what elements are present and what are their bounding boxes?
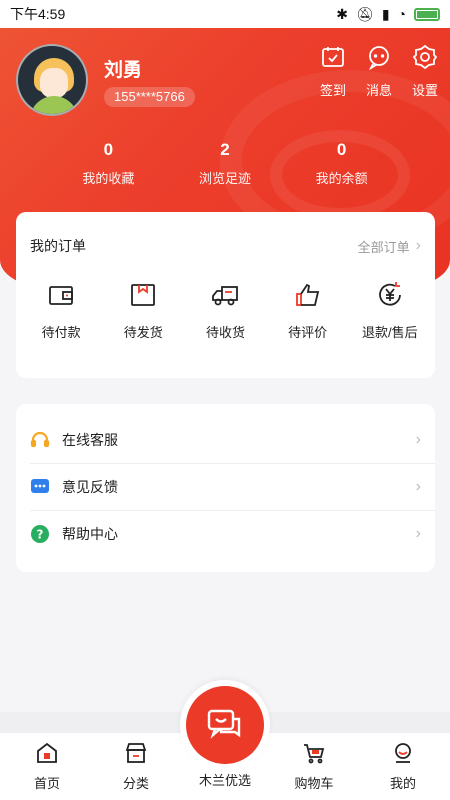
bluetooth-icon: ✱ bbox=[336, 5, 349, 22]
order-refund[interactable]: 退款/售后 bbox=[350, 280, 430, 342]
profile-icon bbox=[395, 743, 411, 763]
signal-icon: ▮ bbox=[381, 5, 390, 22]
svg-text:?: ? bbox=[37, 528, 44, 542]
settings-label: 设置 bbox=[411, 83, 438, 98]
status-icons: ✱ 🔕︎ ▮ ◔ bbox=[336, 6, 440, 23]
order-pending-receipt[interactable]: 待收货 bbox=[185, 280, 265, 342]
stat-history[interactable]: 2 浏览足迹 bbox=[180, 140, 270, 187]
mute-icon: 🔕︎ bbox=[356, 5, 374, 22]
order-item-label: 待付款 bbox=[41, 325, 81, 340]
nav-label: 购物车 bbox=[294, 776, 334, 791]
service-feedback[interactable]: 意见反馈 › bbox=[30, 463, 435, 510]
stat-value: 0 bbox=[336, 140, 347, 159]
service-label: 意见反馈 bbox=[62, 479, 118, 495]
avatar[interactable] bbox=[16, 44, 88, 116]
nav-label: 我的 bbox=[389, 776, 416, 791]
messages-button[interactable]: 消息 bbox=[364, 44, 394, 99]
nav-home[interactable]: 首页 bbox=[6, 733, 88, 800]
stat-value: 0 bbox=[103, 140, 114, 159]
service-online-support[interactable]: 在线客服 › bbox=[16, 416, 435, 463]
chevron-right-icon: › bbox=[415, 237, 421, 254]
settings-button[interactable]: 设置 bbox=[410, 44, 440, 99]
order-pending-payment[interactable]: 待付款 bbox=[21, 280, 101, 342]
checkin-label: 签到 bbox=[319, 83, 346, 98]
stat-label: 浏览足迹 bbox=[198, 171, 251, 186]
nav-center-label: 木兰优选 bbox=[198, 773, 251, 788]
stat-value: 2 bbox=[220, 140, 230, 159]
gear-icon bbox=[412, 44, 438, 70]
orders-header: 我的订单 全部订单 › bbox=[16, 212, 435, 280]
all-orders-link[interactable]: 全部订单 › bbox=[358, 237, 421, 256]
chevron-right-icon: › bbox=[415, 478, 421, 495]
order-item-label: 待发货 bbox=[123, 325, 163, 340]
nav-cart[interactable]: 购物车 bbox=[273, 733, 355, 800]
order-pending-review[interactable]: 待评价 bbox=[268, 280, 348, 342]
orders-title: 我的订单 bbox=[30, 238, 86, 254]
status-bar: 下午4:59 ✱ 🔕︎ ▮ ◔ bbox=[0, 0, 450, 28]
thumbs-up-icon bbox=[295, 283, 319, 306]
checkin-button[interactable]: 签到 bbox=[318, 44, 348, 99]
wifi-icon: ◔ bbox=[397, 6, 406, 22]
truck-icon bbox=[212, 286, 239, 306]
service-label: 帮助中心 bbox=[62, 526, 118, 542]
status-time: 下午4:59 bbox=[10, 6, 66, 22]
yen-refund-icon bbox=[378, 282, 401, 306]
help-icon: ? bbox=[30, 524, 50, 544]
orders-card: 我的订单 全部订单 › 待付款 待发货 待收货 待评价 退款/售后 bbox=[16, 212, 435, 378]
chevron-right-icon: › bbox=[415, 430, 421, 448]
cart-icon bbox=[304, 744, 325, 764]
feedback-icon bbox=[30, 477, 50, 497]
services-card: 在线客服 › 意见反馈 › ? 帮助中心 › bbox=[16, 404, 435, 572]
service-help-center[interactable]: ? 帮助中心 › bbox=[30, 510, 435, 557]
order-status-row: 待付款 待发货 待收货 待评价 退款/售后 bbox=[16, 280, 435, 342]
headset-icon bbox=[30, 430, 50, 450]
messages-label: 消息 bbox=[365, 83, 392, 98]
chevron-right-icon: › bbox=[415, 525, 421, 542]
stat-balance[interactable]: 0 我的余额 bbox=[297, 140, 387, 187]
chat-bubble-icon bbox=[368, 46, 389, 70]
order-pending-shipment[interactable]: 待发货 bbox=[103, 280, 183, 342]
center-fab-button[interactable] bbox=[180, 680, 270, 770]
order-item-label: 待收货 bbox=[205, 325, 245, 340]
chat-smile-icon bbox=[207, 709, 241, 739]
phone-number: 155****5766 bbox=[104, 87, 195, 107]
stats-row: 0 我的收藏 2 浏览足迹 0 我的余额 bbox=[0, 140, 450, 187]
home-icon bbox=[37, 742, 57, 763]
calendar-check-icon bbox=[322, 47, 344, 67]
nav-label: 分类 bbox=[122, 776, 149, 791]
all-orders-label: 全部订单 bbox=[357, 239, 410, 255]
battery-icon bbox=[414, 7, 440, 21]
fab-inner bbox=[186, 686, 264, 764]
store-icon bbox=[125, 743, 147, 763]
box-icon bbox=[131, 284, 156, 306]
top-actions: 签到 消息 设置 bbox=[318, 44, 440, 99]
stat-favorites[interactable]: 0 我的收藏 bbox=[63, 140, 153, 187]
nav-label: 首页 bbox=[33, 776, 60, 791]
nav-profile[interactable]: 我的 bbox=[362, 733, 444, 800]
service-label: 在线客服 bbox=[62, 431, 118, 448]
wallet-icon bbox=[49, 286, 73, 305]
order-item-label: 退款/售后 bbox=[362, 325, 418, 340]
order-item-label: 待评价 bbox=[288, 325, 328, 340]
stat-label: 我的收藏 bbox=[82, 171, 135, 186]
nav-category[interactable]: 分类 bbox=[95, 733, 177, 800]
stat-label: 我的余额 bbox=[315, 171, 368, 186]
username: 刘勇 bbox=[104, 60, 143, 81]
